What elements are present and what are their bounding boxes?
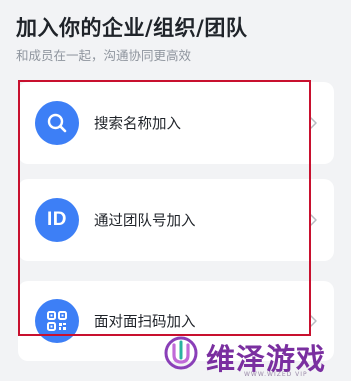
join-by-name-label: 搜索名称加入 (94, 116, 181, 133)
join-by-qr-scan-option[interactable]: 面对面扫码加入 (18, 281, 334, 361)
chevron-right-icon (310, 315, 317, 327)
page-title: 加入你的企业/组织/团队 (16, 16, 248, 40)
id-icon-text: ID (47, 209, 67, 230)
qr-code-icon (35, 299, 79, 343)
watermark-tagline: WWW.WIZED VIP (244, 371, 308, 378)
id-icon: ID (35, 198, 79, 242)
page-subtitle: 和成员在一起，沟通协同更高效 (16, 48, 192, 63)
search-icon (35, 101, 79, 145)
join-by-team-id-label: 通过团队号加入 (94, 213, 196, 230)
join-by-qr-scan-label: 面对面扫码加入 (94, 314, 196, 331)
chevron-right-icon (310, 117, 317, 129)
join-by-name-option[interactable]: 搜索名称加入 (18, 82, 334, 164)
join-by-team-id-option[interactable]: ID 通过团队号加入 (18, 179, 334, 261)
chevron-right-icon (310, 214, 317, 226)
